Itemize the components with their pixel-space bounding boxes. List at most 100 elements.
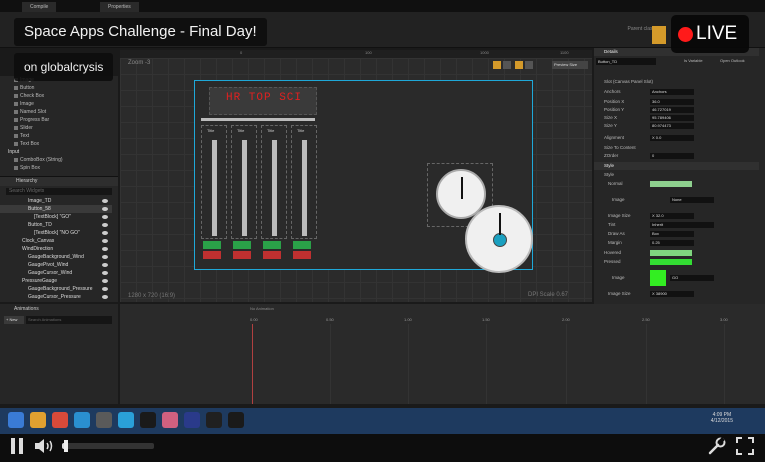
no-go-button[interactable]: [263, 251, 281, 259]
visibility-icon[interactable]: [102, 255, 108, 259]
taskbar-app-icon[interactable]: [228, 412, 244, 428]
palette-item[interactable]: ComboBox (String): [0, 156, 110, 164]
palette-item[interactable]: Text Box: [0, 140, 110, 148]
hierarchy-item[interactable]: Image_TD: [0, 197, 112, 205]
palette-category-input[interactable]: Input: [0, 148, 19, 156]
palette-item[interactable]: Text: [0, 132, 110, 140]
no-go-button[interactable]: [293, 251, 311, 259]
taskbar-clock[interactable]: 4:09 PM 4/12/2015: [711, 412, 733, 424]
palette-item[interactable]: Named Slot: [0, 108, 110, 116]
pause-button[interactable]: [10, 438, 24, 454]
taskbar-app-icon[interactable]: [140, 412, 156, 428]
row-value[interactable]: 36.0: [650, 99, 694, 105]
visibility-icon[interactable]: [102, 239, 108, 243]
hierarchy-item[interactable]: GaugeCursor_Wind: [0, 269, 112, 277]
row-value[interactable]: 46.727019: [650, 107, 694, 113]
slider-track[interactable]: [212, 140, 217, 236]
settings-button[interactable]: [708, 437, 726, 455]
row-value[interactable]: 0: [650, 153, 694, 159]
snap-button[interactable]: [515, 61, 523, 69]
slider-track[interactable]: [242, 140, 247, 236]
seek-handle[interactable]: [63, 440, 68, 452]
hierarchy-item[interactable]: WindDirection: [0, 245, 112, 253]
visibility-icon[interactable]: [102, 287, 108, 291]
pressed-color-swatch[interactable]: [650, 259, 692, 265]
is-variable-checkbox[interactable]: Is Variable: [684, 58, 703, 63]
hovered-color-swatch[interactable]: [650, 250, 692, 256]
go-button[interactable]: [203, 241, 221, 249]
row-value[interactable]: 0.25: [650, 240, 694, 246]
visibility-icon[interactable]: [102, 215, 108, 219]
taskbar-app-icon[interactable]: [162, 412, 178, 428]
hierarchy-item[interactable]: Button_58: [0, 205, 112, 213]
row-value[interactable]: 95.789406: [650, 115, 694, 121]
seek-bar[interactable]: [62, 440, 154, 452]
hierarchy-item[interactable]: PressureGauge: [0, 277, 112, 285]
stream-channel[interactable]: on globalcrysis: [14, 53, 114, 81]
hierarchy-item[interactable]: GaugeBackground_Pressure: [0, 285, 112, 293]
taskbar-app-icon[interactable]: [30, 412, 46, 428]
no-go-button[interactable]: [203, 251, 221, 259]
row-value[interactable]: 80.974473: [650, 123, 694, 129]
hierarchy-search-input[interactable]: Search Widgets: [6, 188, 112, 195]
go-button[interactable]: [293, 241, 311, 249]
volume-button[interactable]: [34, 438, 56, 454]
visibility-icon[interactable]: [102, 279, 108, 283]
normal-color-swatch[interactable]: [650, 181, 692, 187]
visibility-icon[interactable]: [102, 263, 108, 267]
animation-search-input[interactable]: Search Animations: [26, 316, 112, 324]
row-value[interactable]: X 38900: [650, 291, 694, 297]
hierarchy-item[interactable]: GaugeBackground_Wind: [0, 253, 112, 261]
hierarchy-header[interactable]: Hierarchy: [0, 177, 118, 186]
fullscreen-button[interactable]: [736, 437, 754, 455]
blueprint-icon[interactable]: [652, 26, 666, 44]
slider-track[interactable]: [272, 140, 277, 236]
visibility-icon[interactable]: [102, 207, 108, 211]
row-value[interactable]: None: [670, 197, 714, 203]
visibility-icon[interactable]: [102, 271, 108, 275]
grid-button[interactable]: [503, 61, 511, 69]
pressure-gauge-dial[interactable]: [465, 205, 533, 273]
snap-value-button[interactable]: [525, 61, 533, 69]
hierarchy-item[interactable]: [TextBlock] "NO GO": [0, 229, 112, 237]
new-animation-button[interactable]: + New: [4, 316, 24, 324]
palette-item[interactable]: Image: [0, 100, 110, 108]
palette-item[interactable]: Button: [0, 84, 110, 92]
tab-compile[interactable]: Compile: [22, 2, 57, 12]
hierarchy-item[interactable]: Button_TD: [0, 221, 112, 229]
taskbar-app-icon[interactable]: [96, 412, 112, 428]
hierarchy-item[interactable]: GaugeCursor_Pressure: [0, 293, 112, 301]
taskbar-app-icon[interactable]: [74, 412, 90, 428]
visibility-icon[interactable]: [102, 199, 108, 203]
visibility-icon[interactable]: [102, 295, 108, 299]
palette-item[interactable]: Slider: [0, 124, 110, 132]
row-value[interactable]: GO: [670, 275, 714, 281]
taskbar-app-icon[interactable]: [184, 412, 200, 428]
visibility-icon[interactable]: [102, 247, 108, 251]
tab-properties[interactable]: Properties: [100, 2, 139, 12]
palette-item[interactable]: Progress Bar: [0, 116, 110, 124]
no-go-button[interactable]: [233, 251, 251, 259]
palette-item[interactable]: Check Box: [0, 92, 110, 100]
hierarchy-item[interactable]: [TextBlock] "GO": [0, 213, 112, 221]
row-value[interactable]: Box: [650, 231, 694, 237]
go-button[interactable]: [233, 241, 251, 249]
row-value[interactable]: Inherit: [650, 222, 714, 228]
taskbar-app-icon[interactable]: [52, 412, 68, 428]
slider-track[interactable]: [302, 140, 307, 236]
widget-canvas[interactable]: HR TOP SCI Title Title Title Title: [194, 80, 533, 273]
palette-item[interactable]: Spin Box: [0, 164, 110, 172]
taskbar-app-icon[interactable]: [206, 412, 222, 428]
hierarchy-item[interactable]: GaugePivot_Wind: [0, 261, 112, 269]
open-outlook-button[interactable]: Open Outlook: [720, 58, 745, 63]
timeline-panel[interactable]: No Animation: [120, 304, 765, 404]
visibility-icon[interactable]: [102, 223, 108, 227]
taskbar-app-icon[interactable]: [118, 412, 134, 428]
timeline-playhead[interactable]: [252, 324, 253, 404]
row-value[interactable]: X 0.0: [650, 135, 694, 141]
visibility-icon[interactable]: [102, 231, 108, 235]
taskbar-app-icon[interactable]: [8, 412, 24, 428]
row-value[interactable]: X 32.0: [650, 213, 694, 219]
hierarchy-item[interactable]: Clock_Canvas: [0, 237, 112, 245]
layout-mode-button[interactable]: [493, 61, 501, 69]
